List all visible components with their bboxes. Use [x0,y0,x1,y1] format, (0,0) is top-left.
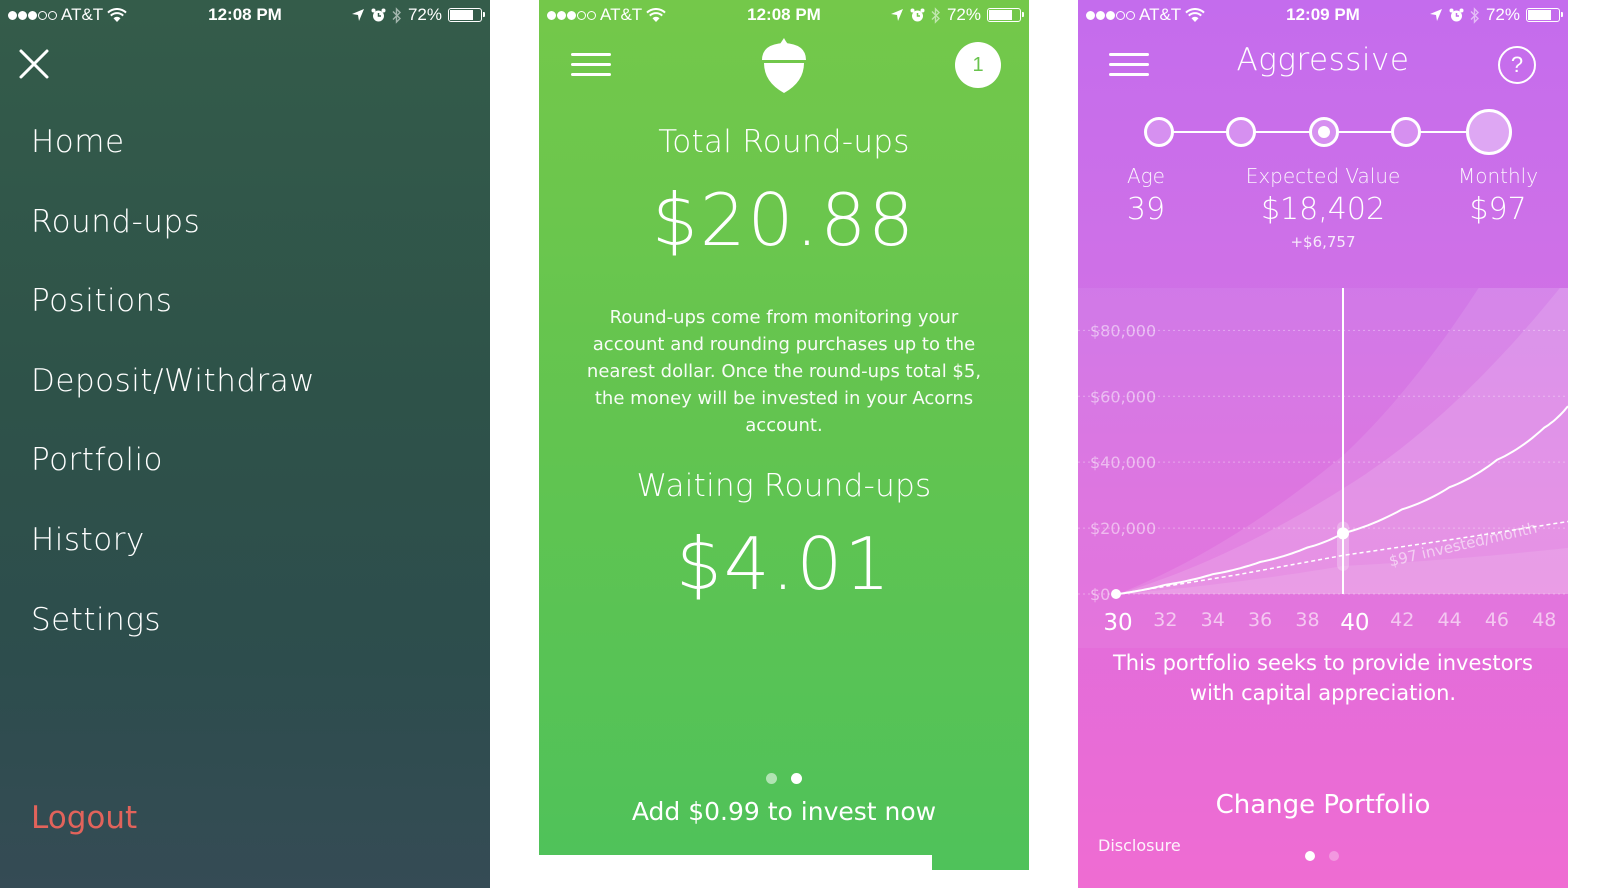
x-tick-label: 42 [1390,609,1414,631]
risk-level-2[interactable] [1226,117,1256,147]
page-dot-active[interactable] [1305,851,1315,861]
projection-chart[interactable]: $0 $20,000 $40,000 $60,000 $80,000 30 32 34 36 3… [1078,288,1568,648]
monthly-stat: Monthly $97 [1448,164,1548,227]
roundups-description: Round-ups come from monitoring your acco… [586,307,982,436]
alarm-icon [371,8,386,21]
menu-item-home[interactable]: Home [31,118,315,198]
x-tick-label: 36 [1248,609,1272,631]
location-icon [890,9,903,21]
age-label: Age [1127,164,1165,188]
battery-percent: 72% [946,5,981,24]
help-icon[interactable]: ? [1498,46,1536,84]
x-tick-label: 44 [1437,609,1461,631]
battery-icon [987,8,1024,22]
location-icon [1429,9,1442,21]
risk-level-1[interactable] [1144,117,1174,147]
y-tick-label: $20,000 [1090,519,1156,538]
page-indicator [766,773,802,784]
bluetooth-icon [392,6,401,24]
y-tick-label: $40,000 [1090,453,1156,472]
x-tick-label: 48 [1532,609,1556,631]
expected-value-delta: +$6,757 [1290,233,1356,251]
expected-value-stat: Expected Value $18,402 +$6,757 [1218,164,1428,251]
expected-value: $18,402 [1260,192,1386,227]
x-tick-label: 46 [1485,609,1509,631]
menu-screen: AT&T 12:08 PM 72% Home Round-ups Positio… [0,0,490,888]
portfolio-screen: AT&T 12:09 PM 72% Aggressive ? Age 39 Ex… [1078,0,1568,888]
bluetooth-icon [1470,6,1479,24]
logout-button[interactable]: Logout [31,800,137,836]
page-dot[interactable] [1329,851,1339,861]
age-stat: Age 39 [1106,164,1186,227]
total-roundups-title: Total Round-ups [658,124,910,160]
battery-percent: 72% [1485,5,1520,24]
notification-badge[interactable]: 1 [955,42,1001,88]
waiting-roundups-title: Waiting Round-ups [636,468,932,504]
alarm-icon [910,8,925,21]
status-bar: AT&T 12:08 PM 72% [0,4,490,28]
alarm-icon [1449,8,1464,21]
menu-item-portfolio[interactable]: Portfolio [31,436,315,516]
risk-level-slider[interactable] [1144,108,1514,156]
y-tick-label: $80,000 [1090,321,1156,340]
menu-item-round-ups[interactable]: Round-ups [31,198,315,278]
waiting-roundups-amount: $4.01 [675,522,893,606]
y-tick-label: $60,000 [1090,387,1156,406]
battery-icon [1526,8,1563,22]
status-bar: AT&T 12:08 PM 72% [539,4,1029,28]
total-roundups-amount: $20.88 [652,178,916,262]
x-tick-label: 38 [1295,609,1319,631]
change-portfolio-button[interactable]: Change Portfolio [1078,790,1568,820]
page-dot-active[interactable] [791,773,802,784]
y-tick-label: $0 [1090,585,1110,604]
menu-icon[interactable] [571,50,611,80]
start-point [1111,589,1121,599]
menu-item-history[interactable]: History [31,516,315,596]
age-value: 39 [1126,192,1166,227]
status-bar: AT&T 12:09 PM 72% [1078,4,1568,28]
x-tick-label: 34 [1201,609,1225,631]
close-icon[interactable] [18,48,50,80]
portfolio-title: Aggressive [1236,42,1410,78]
disclosure-link[interactable]: Disclosure [1098,836,1181,855]
risk-level-5[interactable] [1466,109,1512,155]
selected-point [1337,527,1349,540]
menu-item-settings[interactable]: Settings [31,596,315,676]
battery-icon [448,8,485,22]
portfolio-description: This portfolio seeks to provide investor… [1112,651,1533,705]
x-tick-label: 30 [1103,610,1132,636]
battery-percent: 72% [407,5,442,24]
x-tick-label: 40 [1340,610,1369,636]
nav-menu: Home Round-ups Positions Deposit/Withdra… [31,118,315,675]
add-invest-now-button[interactable]: Add $0.99 to invest now [539,797,1029,826]
page-dot[interactable] [766,773,777,784]
acorn-logo-icon [762,38,806,93]
page-indicator [1305,851,1339,861]
monthly-label: Monthly [1457,164,1539,188]
menu-item-deposit-withdraw[interactable]: Deposit/Withdraw [31,357,315,437]
risk-level-3-selected[interactable] [1309,117,1339,147]
roundups-screen: AT&T 12:08 PM 72% 1 Total Round-ups $20.… [539,0,1029,870]
expected-value-label: Expected Value [1245,164,1401,188]
monthly-value: $97 [1469,192,1527,227]
location-icon [351,9,364,21]
risk-level-4[interactable] [1391,117,1421,147]
bluetooth-icon [931,6,940,24]
menu-item-positions[interactable]: Positions [31,277,315,357]
bottom-overlay [539,855,932,888]
x-tick-label: 32 [1153,609,1177,631]
